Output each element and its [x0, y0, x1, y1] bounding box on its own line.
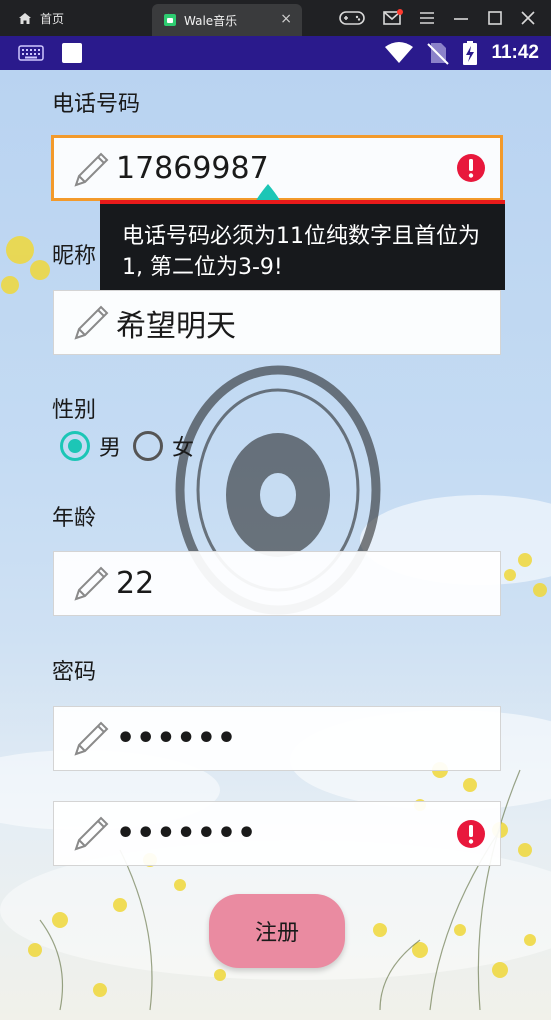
emulator-toolbar: [339, 0, 551, 36]
mail-icon[interactable]: [383, 9, 403, 25]
nickname-label: 昵称: [52, 244, 97, 269]
phone-label: 电话号码: [52, 92, 141, 117]
error-tooltip: 电话号码必须为11位纯数字且首位为1, 第二位为3-9!: [100, 200, 505, 290]
gender-radio-group: 男 女: [60, 430, 206, 462]
app-tab[interactable]: Wale音乐 ×: [152, 4, 302, 36]
phone-value: 17869987: [116, 150, 269, 186]
age-input[interactable]: 22: [53, 551, 501, 616]
register-button[interactable]: 注册: [209, 894, 345, 968]
minimize-icon[interactable]: [453, 11, 469, 25]
pencil-icon: [74, 721, 109, 756]
no-sim-icon: [427, 43, 450, 65]
password-label: 密码: [52, 660, 97, 685]
home-tab-label: 首页: [40, 11, 65, 26]
pencil-icon: [74, 305, 109, 340]
menu-icon[interactable]: [419, 11, 435, 25]
password-value: ••••••: [116, 721, 238, 756]
pencil-icon: [74, 566, 109, 601]
gender-male-label[interactable]: 男: [99, 430, 121, 462]
gender-female-radio[interactable]: [133, 431, 164, 461]
emulator-title-bar: 首页 Wale音乐 ×: [0, 0, 551, 36]
status-clock: 11:42: [491, 42, 539, 63]
nickname-input[interactable]: 希望明天: [53, 290, 501, 355]
status-bar: 11:42: [0, 36, 551, 70]
register-screen: 电话号码 17869987 电话号码必须为11位纯数字且首位为1, 第二位为3-…: [0, 70, 551, 1020]
app-icon: [164, 14, 176, 26]
keyboard-icon: [18, 45, 44, 61]
close-tab-icon[interactable]: ×: [280, 11, 292, 27]
gender-male-radio[interactable]: [60, 431, 90, 461]
emulator-home-tab[interactable]: 首页: [0, 0, 78, 36]
gamepad-icon[interactable]: [339, 10, 365, 26]
pencil-icon: [74, 152, 109, 187]
wifi-icon: [385, 42, 414, 63]
app-tab-title: Wale音乐: [184, 13, 238, 28]
home-icon: [19, 12, 31, 24]
battery-charging-icon: [463, 41, 478, 65]
pencil-icon: [74, 816, 109, 851]
confirm-password-value: •••••••: [116, 816, 258, 851]
age-label: 年龄: [52, 506, 97, 531]
maximize-icon[interactable]: [487, 11, 503, 25]
nickname-value: 希望明天: [116, 308, 236, 344]
error-icon: [457, 154, 485, 182]
gender-female-label[interactable]: 女: [172, 430, 194, 462]
close-window-icon[interactable]: [521, 11, 535, 25]
gender-label: 性别: [52, 398, 97, 423]
password-input[interactable]: ••••••: [53, 706, 501, 771]
notification-square-icon: [62, 43, 82, 63]
confirm-password-input[interactable]: •••••••: [53, 801, 501, 866]
error-icon: [457, 819, 485, 848]
age-value: 22: [116, 566, 155, 601]
